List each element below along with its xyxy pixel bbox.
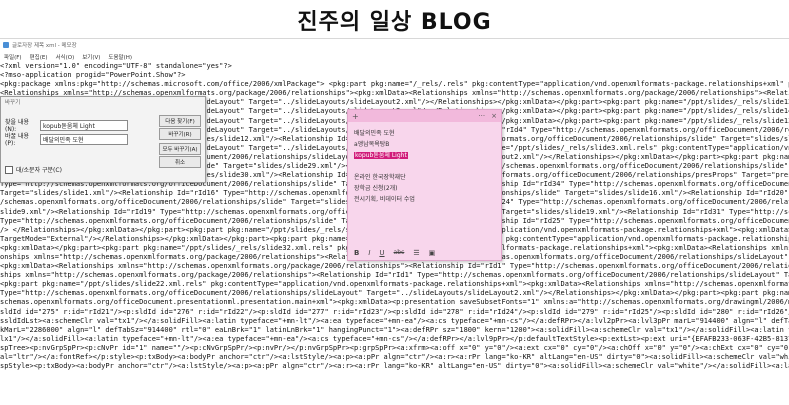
strikethrough-icon[interactable]: abc [394,249,405,257]
editor-line: Type="http://schemas.openxmlformats.org/… [0,289,789,298]
note-line: 장학금 신청(2개) [354,185,398,192]
replace-all-button[interactable]: 모두 바꾸기(A) [159,143,201,155]
image-icon[interactable]: ▣ [429,249,436,257]
more-options-icon[interactable]: ··· [478,112,485,120]
cancel-button[interactable]: 취소 [159,156,201,168]
note-line-highlighted: kopub돋움체 Light [354,150,495,161]
match-case-label: 대/소문자 구분(C) [16,167,62,174]
note-line: 전시기획, 비데이터 수업 [354,196,415,203]
editor-line: <pkg:package xmlns:pkg="http://schemas.m… [0,80,789,89]
replace-row: 바꿀 내용(P): 배달의민족 도현 [5,131,128,147]
bullet-list-icon[interactable]: ☰ [413,249,419,257]
editor-line: <?mso-application progid="PowerPoint.Sho… [0,71,186,80]
close-icon[interactable]: × [491,112,497,120]
editor-line: spTree><p:nvGrpSpPr><p:cNvPr id="1" name… [0,343,789,352]
note-line: 배달의민족 도현 [354,130,395,137]
menu-view[interactable]: 보기(V) [82,53,100,61]
editor-line: <?xml version="1.0" encoding="UTF-8" sta… [0,62,232,70]
blog-title: 진주의 일상 BLOG [297,10,492,35]
find-input[interactable]: kopub돋움체 Light [40,119,128,131]
match-case-option[interactable]: 대/소문자 구분(C) [5,165,62,174]
editor-line: lx1"/></a:solidFill><a:latin typeface="+… [0,334,789,343]
editor-line: ssldIdLst><a:schemeClr val="tx1"/></a:so… [0,316,789,325]
sticky-note: + ··· × 배달의민족 도현 a앵남목욕탕B kopub돋움체 Light … [347,109,502,261]
italic-icon[interactable]: I [368,249,370,257]
highlighted-text: kopub돋움체 Light [354,152,408,159]
editor-line: <pkg:part pkg:name="/ppt/slides/slide22.… [0,280,789,289]
menu-edit[interactable]: 편집(E) [30,53,48,61]
replace-label: 바꿀 내용(P): [5,133,29,147]
editor-line: kMarL="2286000" algn="l" defTabSz="91440… [0,325,789,334]
editor-line: spStyle><p:txBody><a:bodyPr anchor="ctr"… [0,362,789,371]
menu-help[interactable]: 도움말(H) [108,53,132,61]
editor-line: al="ltr"/></a:fontRef></p:style><p:txBod… [0,353,789,361]
menu-bar: 파일(F) 편집(E) 서식(O) 보기(V) 도움말(H) [0,51,789,62]
editor-line: <pkg:xmlData><Relationships xmlns="http:… [0,262,789,271]
dialog-title: 바꾸기 [5,100,21,106]
bold-icon[interactable]: B [354,249,359,257]
notepad-icon [3,42,9,48]
note-format-toolbar: B I U abc ☰ ▣ [348,249,507,257]
replace-dialog: 바꾸기 찾을 내용(N): kopub돋움체 Light 바꿀 내용(P): 배… [0,96,206,183]
editor-line: schemas.openxmlformats.org/officeDocumen… [0,298,789,307]
add-note-icon[interactable]: + [352,112,359,121]
window-titlebar: 글로자장 제목 xml - 메모장 [0,39,789,51]
sticky-note-content[interactable]: 배달의민족 도현 a앵남목욕탕B kopub돋움체 Light 온라인 한국장학… [348,122,501,205]
editor-line: ships xmlns="http://schemas.openxmlforma… [0,271,789,280]
match-case-checkbox[interactable] [5,165,13,174]
blog-banner: 진주의 일상 BLOG [0,0,789,40]
sticky-note-header: + ··· × [348,110,501,122]
note-line: a앵남목욕탕B [354,141,390,148]
replace-input[interactable]: 배달의민족 도현 [40,133,128,145]
window-title: 글로자장 제목 xml - 메모장 [12,43,77,49]
menu-file[interactable]: 파일(F) [4,53,22,61]
editor-line: sldId id="275" r:id="rId21"/><p:sldId id… [0,307,789,316]
underline-icon[interactable]: U [379,249,384,257]
menu-format[interactable]: 서식(O) [55,53,74,61]
note-spacer [354,161,495,172]
note-line: 온라인 한국장학재단 [354,174,406,181]
find-next-button[interactable]: 다음 찾기(F) [159,115,201,127]
replace-button[interactable]: 바꾸기(R) [159,128,201,140]
